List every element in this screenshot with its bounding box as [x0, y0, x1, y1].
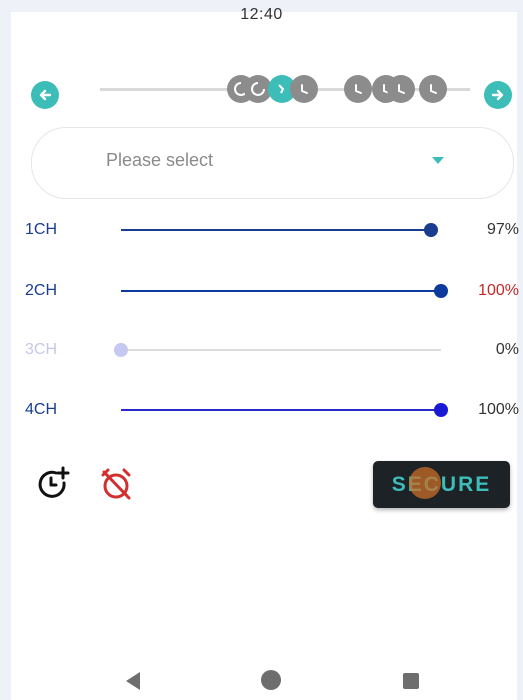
home-circle-icon[interactable] — [260, 669, 282, 691]
alarm-off-icon — [101, 468, 131, 500]
clock-icon — [301, 84, 308, 94]
timeline-next-button[interactable] — [484, 81, 512, 109]
timeline-prev-button[interactable] — [31, 81, 59, 109]
clock-icon — [251, 82, 265, 96]
status-bar-time: 12:40 — [240, 6, 283, 23]
channel-value: 0% — [495, 341, 519, 358]
secure-button-label: SECURE — [391, 472, 492, 496]
touch-indicator — [409, 467, 441, 499]
secure-button[interactable]: SECURE — [373, 461, 510, 508]
timeline-node[interactable] — [344, 75, 372, 103]
add-timer-icon — [38, 466, 70, 498]
timeline-node[interactable] — [387, 75, 415, 103]
alarm-off-button[interactable] — [96, 464, 136, 504]
clock-icon — [278, 84, 285, 94]
clock-icon — [430, 84, 437, 94]
recents-square-icon[interactable] — [402, 672, 420, 690]
add-timer-button[interactable] — [33, 463, 73, 503]
channel-value: 97% — [486, 221, 519, 238]
channel-row-1: 1CH 97% — [0, 215, 523, 245]
select-placeholder: Please select — [106, 150, 214, 170]
channel-row-4: 4CH 100% — [0, 395, 523, 425]
channel-slider-thumb[interactable] — [424, 223, 439, 237]
channel-label: 2CH — [25, 282, 58, 299]
channel-value: 100% — [478, 282, 519, 299]
channel-label: 1CH — [25, 221, 58, 238]
channel-label: 4CH — [25, 401, 58, 418]
channel-slider-track[interactable] — [121, 290, 441, 292]
channel-row-3: 3CH 0% — [0, 335, 523, 365]
caret-down-icon — [432, 157, 444, 164]
timeline-node[interactable] — [290, 75, 318, 103]
arrow-left-icon — [39, 89, 52, 101]
channel-value: 100% — [478, 401, 519, 418]
channel-slider-thumb[interactable] — [434, 284, 448, 298]
channel-slider-thumb[interactable] — [434, 403, 448, 417]
clock-icon — [398, 84, 405, 94]
channel-slider-track[interactable] — [121, 229, 432, 231]
channel-row-2: 2CH 100% — [0, 276, 523, 306]
channel-slider-track[interactable] — [121, 409, 441, 411]
clock-icon — [355, 84, 362, 94]
arrow-right-icon — [491, 89, 504, 101]
channel-slider-thumb[interactable] — [114, 343, 128, 357]
channel-label: 3CH — [25, 341, 58, 358]
timeline-node[interactable] — [419, 75, 447, 103]
system-nav-bar — [0, 655, 523, 700]
scene-select[interactable]: Please select — [31, 127, 514, 199]
back-triangle-icon[interactable] — [124, 671, 142, 691]
channel-slider-track[interactable] — [121, 349, 441, 351]
